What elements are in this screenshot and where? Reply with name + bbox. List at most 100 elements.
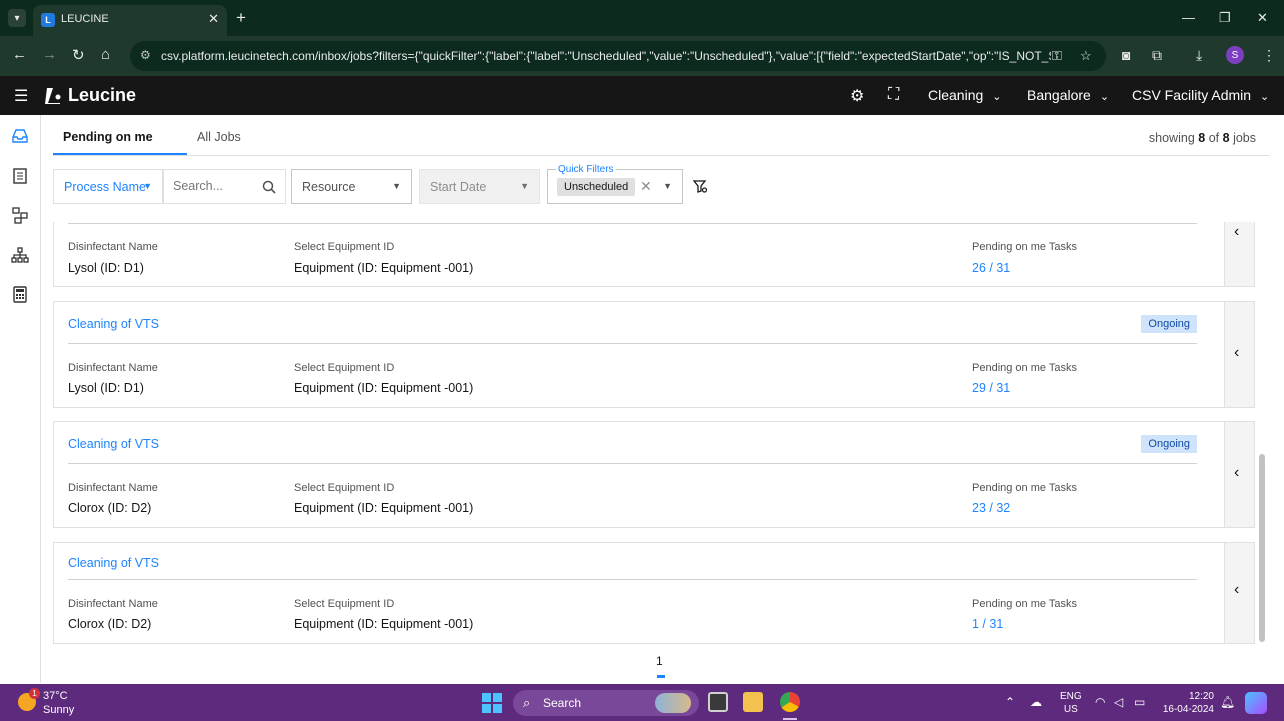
task-view-icon[interactable] <box>708 692 728 712</box>
job-title-link[interactable]: Cleaning of VTS <box>68 556 159 570</box>
chevron-left-icon[interactable]: ‹ <box>1234 344 1239 362</box>
process-flow-icon[interactable] <box>9 204 31 226</box>
search-icon[interactable] <box>262 180 276 194</box>
speaker-icon[interactable]: ◁ <box>1114 695 1123 709</box>
scan-icon[interactable]: ⛶ <box>888 86 899 104</box>
chevron-left-icon[interactable]: ‹ <box>1234 464 1239 482</box>
taskbar-search-label: Search <box>543 696 582 710</box>
reload-icon[interactable]: ↻ <box>72 46 85 64</box>
password-key-icon[interactable]: ⚿ <box>1052 48 1062 64</box>
job-card[interactable]: Cleaning of VTS Ongoing Disinfectant Nam… <box>53 421 1255 528</box>
start-date-dropdown[interactable]: Start Date ▼ <box>419 169 540 204</box>
status-badge: Ongoing <box>1141 315 1197 333</box>
pagination-page[interactable]: 1 <box>656 654 663 668</box>
notification-bell-icon[interactable]: 🔔︎ <box>1220 695 1235 709</box>
weather-temperature[interactable]: 37°C <box>43 690 68 702</box>
onedrive-cloud-icon[interactable]: ☁ <box>1030 695 1042 709</box>
disinfectant-name-label: Disinfectant Name <box>68 598 158 610</box>
pending-tasks-value[interactable]: 29 / 31 <box>972 381 1010 395</box>
calculator-icon[interactable] <box>9 283 31 305</box>
tray-expand-icon[interactable]: ⌃ <box>1005 695 1015 709</box>
clear-icon[interactable]: ✕ <box>640 178 652 195</box>
list-scrollbar[interactable] <box>1258 222 1266 647</box>
browser-menu-icon[interactable]: ⋮ <box>1262 47 1276 64</box>
battery-icon[interactable]: ▭ <box>1134 695 1145 709</box>
language-indicator[interactable]: ENG US <box>1060 690 1082 716</box>
caret-down-icon[interactable]: ▼ <box>663 181 672 191</box>
resource-label: Resource <box>302 180 356 194</box>
pending-tasks-value[interactable]: 26 / 31 <box>972 261 1010 275</box>
bookmark-star-icon[interactable]: ☆ <box>1080 48 1092 64</box>
equipment-id-label: Select Equipment ID <box>294 482 395 494</box>
clipboard-icon[interactable] <box>9 164 31 186</box>
caret-down-icon: ▼ <box>520 181 529 191</box>
window-close-icon[interactable]: ✕ <box>1257 10 1268 26</box>
hamburger-menu-icon[interactable]: ☰ <box>14 86 28 106</box>
chrome-icon[interactable] <box>780 692 800 712</box>
job-card[interactable]: Cleaning of VTS Disinfectant Name Clorox… <box>53 542 1255 644</box>
chevron-down-icon: ⌄ <box>1099 91 1110 103</box>
active-tab-indicator <box>53 153 187 155</box>
browser-tab-title: LEUCINE <box>61 13 109 25</box>
card-expand-panel[interactable]: ‹ <box>1224 302 1254 407</box>
tab-all-jobs[interactable]: All Jobs <box>197 130 241 144</box>
home-icon[interactable]: ⌂ <box>101 46 110 63</box>
forward-icon[interactable]: → <box>42 46 57 63</box>
resource-dropdown[interactable]: Resource ▼ <box>291 169 412 204</box>
inbox-icon[interactable] <box>9 125 31 147</box>
card-expand-panel[interactable]: ‹ <box>1224 543 1254 643</box>
chevron-left-icon[interactable]: ‹ <box>1234 581 1239 599</box>
search-input[interactable] <box>173 179 259 193</box>
facility-dropdown[interactable]: Bangalore ⌄ <box>1027 87 1109 103</box>
tab-search-chevron-icon[interactable]: ▾ <box>8 9 26 27</box>
app-header: ☰ Leucine ⚙ ⛶ Cleaning ⌄ Bangalore ⌄ CSV F… <box>0 76 1284 115</box>
browser-tab-strip: ▾ L LEUCINE ✕ + — ❐ ✕ <box>0 0 1284 36</box>
minimize-icon[interactable]: — <box>1182 10 1195 25</box>
leucine-favicon-icon: L <box>41 13 55 27</box>
profile-avatar[interactable]: S <box>1226 46 1244 64</box>
active-app-indicator <box>783 718 797 720</box>
extensions-icon[interactable]: ⧉ <box>1152 47 1162 64</box>
job-title-link[interactable]: Cleaning of VTS <box>68 437 159 451</box>
address-bar[interactable]: ⚙ csv.platform.leucinetech.com/inbox/job… <box>130 41 1106 71</box>
role-dropdown[interactable]: CSV Facility Admin ⌄ <box>1132 87 1269 103</box>
process-name-dropdown[interactable]: Process Name ▼ <box>53 169 163 204</box>
quick-filters-select[interactable]: Quick Filters Unscheduled ✕ ▼ <box>547 164 683 204</box>
role-label: CSV Facility Admin <box>1132 87 1252 103</box>
wifi-icon[interactable]: ◠ <box>1095 695 1105 709</box>
pending-tasks-value[interactable]: 1 / 31 <box>972 617 1003 631</box>
weather-description[interactable]: Sunny <box>43 704 74 716</box>
new-tab-icon[interactable]: + <box>236 8 246 28</box>
address-url[interactable]: csv.platform.leucinetech.com/inbox/jobs?… <box>161 49 1051 63</box>
browser-tab[interactable]: L LEUCINE ✕ <box>33 5 227 36</box>
module-dropdown[interactable]: Cleaning ⌄ <box>928 87 1001 103</box>
job-title-link[interactable]: Cleaning of VTS <box>68 317 159 331</box>
back-icon[interactable]: ← <box>12 46 27 63</box>
status-badge: Ongoing <box>1141 435 1197 453</box>
card-expand-panel[interactable]: ‹ <box>1224 222 1254 286</box>
camera-icon[interactable]: ◙ <box>1122 47 1130 63</box>
download-icon[interactable]: ⤓ <box>1196 47 1202 64</box>
windows-start-icon[interactable] <box>482 693 502 713</box>
tab-pending-on-me[interactable]: Pending on me <box>63 130 153 144</box>
close-tab-icon[interactable]: ✕ <box>208 11 219 27</box>
card-expand-panel[interactable]: ‹ <box>1224 422 1254 527</box>
gear-icon[interactable]: ⚙ <box>850 86 864 106</box>
chevron-left-icon[interactable]: ‹ <box>1234 223 1239 241</box>
pagination-active-indicator <box>657 675 665 678</box>
search-box[interactable] <box>163 169 286 204</box>
job-card[interactable]: Cleaning of VTS Ongoing Disinfectant Nam… <box>53 301 1255 408</box>
caret-down-icon: ▼ <box>143 181 152 191</box>
filter-settings-icon[interactable] <box>693 179 708 194</box>
card-divider <box>68 223 1197 224</box>
hierarchy-icon[interactable] <box>9 244 31 266</box>
scrollbar-thumb[interactable] <box>1259 454 1265 642</box>
taskbar-search[interactable]: ⌕ Search <box>513 690 699 716</box>
copilot-icon[interactable] <box>1245 692 1267 714</box>
restore-icon[interactable]: ❐ <box>1219 10 1231 26</box>
site-info-icon[interactable]: ⚙ <box>140 48 151 62</box>
job-card[interactable]: Disinfectant Name Lysol (ID: D1) Select … <box>53 222 1255 287</box>
pending-tasks-value[interactable]: 23 / 32 <box>972 501 1010 515</box>
file-explorer-icon[interactable] <box>743 692 763 712</box>
system-clock[interactable]: 12:20 16-04-2024 <box>1160 690 1214 716</box>
